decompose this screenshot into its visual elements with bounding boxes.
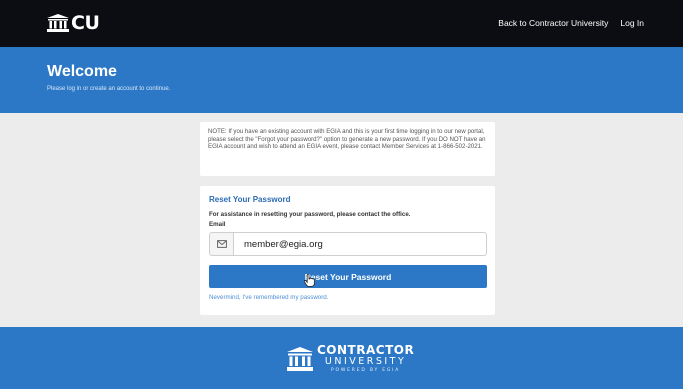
email-addon <box>209 232 233 256</box>
footer: CONTRACTOR UNIVERSITY POWERED BY EGIA <box>0 327 683 389</box>
nevermind-link[interactable]: Nevermind, I've remembered my password. <box>209 294 328 301</box>
back-to-cu-link[interactable]: Back to Contractor University <box>498 18 608 28</box>
footer-line3: POWERED BY EGIA <box>331 367 401 373</box>
footer-logo: CONTRACTOR UNIVERSITY POWERED BY EGIA <box>287 344 414 373</box>
footer-wordmark: CONTRACTOR UNIVERSITY POWERED BY EGIA <box>317 344 414 373</box>
site-logo[interactable]: CU <box>47 12 100 34</box>
reset-password-button[interactable]: Reset Your Password <box>209 265 487 288</box>
log-in-link[interactable]: Log In <box>620 18 644 28</box>
email-input-group <box>209 232 487 256</box>
hand-cursor-icon <box>304 274 315 287</box>
building-icon <box>287 346 313 371</box>
reset-help-text: For assistance in resetting your passwor… <box>209 211 411 218</box>
reset-password-card: Reset Your Password For assistance in re… <box>200 186 495 315</box>
notice-text: NOTE: If you have an existing account wi… <box>208 128 486 151</box>
footer-line2: UNIVERSITY <box>324 356 407 367</box>
email-label: Email <box>209 221 226 228</box>
welcome-banner: Welcome Please log in or create an accou… <box>0 47 683 113</box>
building-icon <box>47 14 69 32</box>
top-navbar: CU Back to Contractor University Log In <box>0 0 683 47</box>
page-title: Welcome <box>47 63 117 80</box>
nav-links: Back to Contractor University Log In <box>498 18 644 28</box>
email-field[interactable] <box>233 232 487 256</box>
footer-line1: CONTRACTOR <box>317 343 415 357</box>
notice-card: NOTE: If you have an existing account wi… <box>200 122 495 176</box>
envelope-icon <box>216 240 227 248</box>
logo-text: CU <box>71 12 100 34</box>
page-subtitle: Please log in or create an account to co… <box>47 86 171 92</box>
reset-title: Reset Your Password <box>209 195 291 204</box>
